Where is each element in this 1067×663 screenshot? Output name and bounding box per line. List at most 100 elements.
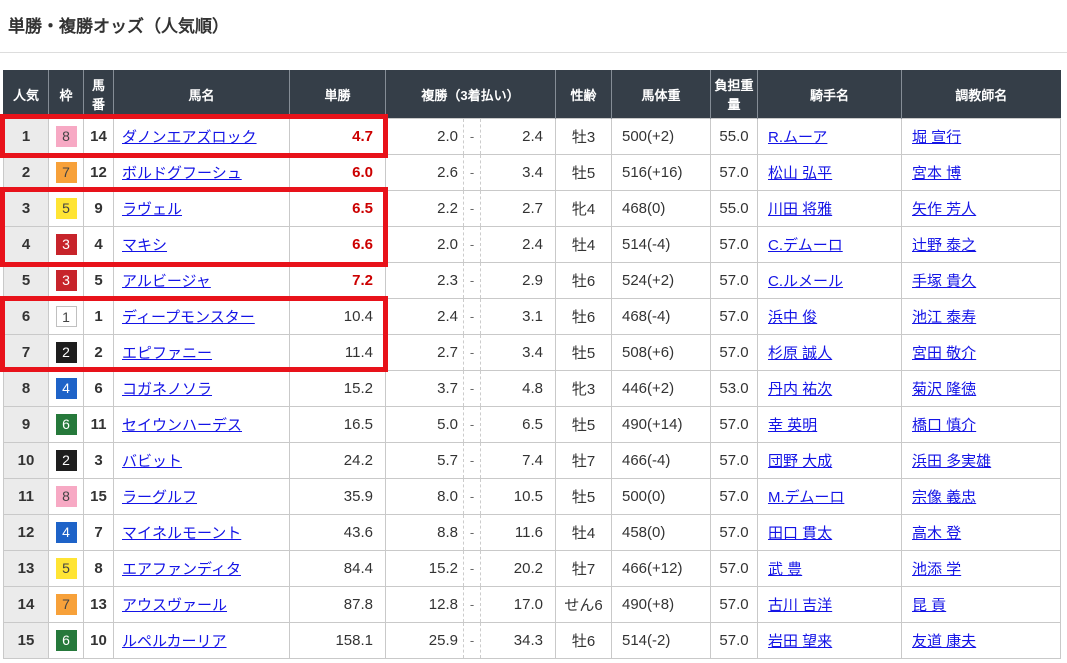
horse-name-link[interactable]: ダノンエアズロック xyxy=(122,129,257,146)
jockey-link[interactable]: 川田 将雅 xyxy=(768,201,832,218)
frame-number-badge: 8 xyxy=(56,126,77,147)
place-odds-separator: - xyxy=(463,551,481,586)
jockey-link[interactable]: C.ルメール xyxy=(768,273,843,290)
win-odds-value: 16.5 xyxy=(290,407,386,443)
frame-number-badge: 6 xyxy=(56,414,77,435)
popularity-rank: 4 xyxy=(4,227,49,263)
sex-age: 牡6 xyxy=(556,623,612,659)
place-odds-max: 20.2 xyxy=(481,551,555,586)
header-place-odds: 複勝（3着払い） xyxy=(386,70,556,119)
trainer-cell: 浜田 多実雄 xyxy=(902,443,1061,479)
load-weight: 53.0 xyxy=(711,371,758,407)
jockey-link[interactable]: 古川 吉洋 xyxy=(768,597,832,614)
horse-name-link[interactable]: エピファニー xyxy=(122,345,212,362)
trainer-link[interactable]: 宗像 義忠 xyxy=(912,489,976,506)
trainer-link[interactable]: 堀 宣行 xyxy=(912,129,961,146)
jockey-link[interactable]: 幸 英明 xyxy=(768,417,817,434)
horse-name-link[interactable]: エアファンディタ xyxy=(122,561,241,578)
frame-number-badge: 1 xyxy=(56,306,77,327)
trainer-link[interactable]: 手塚 貴久 xyxy=(912,273,976,290)
place-odds-separator: - xyxy=(463,299,481,334)
place-odds-separator: - xyxy=(463,515,481,550)
place-odds-range: 12.8 - 17.0 xyxy=(386,587,555,622)
trainer-link[interactable]: 昆 貢 xyxy=(912,597,946,614)
horse-name-link[interactable]: ラヴェル xyxy=(122,201,182,218)
jockey-link[interactable]: C.デムーロ xyxy=(768,237,843,254)
horse-name-link[interactable]: コガネノソラ xyxy=(122,381,212,398)
trainer-link[interactable]: 矢作 芳人 xyxy=(912,201,976,218)
popularity-rank: 3 xyxy=(4,191,49,227)
place-odds-range: 2.2 - 2.7 xyxy=(386,191,555,226)
horse-name-link[interactable]: ルペルカーリア xyxy=(122,633,227,650)
place-odds-separator: - xyxy=(463,479,481,514)
horse-name-cell: ラーグルフ xyxy=(114,479,290,515)
horse-name-link[interactable]: ディープモンスター xyxy=(122,309,255,326)
win-odds-value: 43.6 xyxy=(290,515,386,551)
popularity-rank: 11 xyxy=(4,479,49,515)
trainer-link[interactable]: 宮本 博 xyxy=(912,165,961,182)
trainer-link[interactable]: 池江 泰寿 xyxy=(912,309,976,326)
frame-number-badge: 5 xyxy=(56,198,77,219)
jockey-link[interactable]: 浜中 俊 xyxy=(768,309,817,326)
horse-name-link[interactable]: ボルドグフーシュ xyxy=(122,165,242,182)
place-odds-cell: 5.7 - 7.4 xyxy=(386,443,556,479)
frame-number-badge: 7 xyxy=(56,594,77,615)
frame-cell: 6 xyxy=(49,407,84,443)
win-odds-value: 4.7 xyxy=(290,119,386,155)
horse-name-link[interactable]: バビット xyxy=(122,453,182,470)
frame-number-badge: 4 xyxy=(56,378,77,399)
place-odds-min: 2.4 xyxy=(386,299,463,334)
table-row: 5 3 5 アルビージャ 7.2 2.3 - 2.9 牡6 524(+2) 57… xyxy=(4,263,1061,299)
win-odds-value: 6.5 xyxy=(290,191,386,227)
trainer-cell: 宗像 義忠 xyxy=(902,479,1061,515)
jockey-link[interactable]: 岩田 望来 xyxy=(768,633,832,650)
jockey-link[interactable]: 丹内 祐次 xyxy=(768,381,832,398)
load-weight: 57.0 xyxy=(711,335,758,371)
jockey-link[interactable]: 杉原 誠人 xyxy=(768,345,832,362)
sex-age: 牡7 xyxy=(556,551,612,587)
jockey-link[interactable]: M.デムーロ xyxy=(768,489,844,506)
jockey-link[interactable]: 団野 大成 xyxy=(768,453,832,470)
trainer-link[interactable]: 菊沢 隆徳 xyxy=(912,381,976,398)
trainer-link[interactable]: 高木 登 xyxy=(912,525,961,542)
jockey-cell: 松山 弘平 xyxy=(758,155,902,191)
trainer-link[interactable]: 池添 学 xyxy=(912,561,961,578)
place-odds-separator: - xyxy=(463,443,481,478)
horse-name-cell: ディープモンスター xyxy=(114,299,290,335)
horse-weight: 516(+16) xyxy=(612,155,711,191)
trainer-link[interactable]: 浜田 多実雄 xyxy=(912,453,991,470)
header-horse-name: 馬名 xyxy=(114,70,290,119)
trainer-link[interactable]: 橋口 慎介 xyxy=(912,417,976,434)
frame-cell: 3 xyxy=(49,227,84,263)
horse-name-link[interactable]: マキシ xyxy=(122,237,167,254)
horse-number: 6 xyxy=(84,371,114,407)
horse-name-cell: ダノンエアズロック xyxy=(114,119,290,155)
horse-name-link[interactable]: マイネルモーント xyxy=(122,525,241,542)
trainer-link[interactable]: 友道 康夫 xyxy=(912,633,976,650)
sex-age: 牝3 xyxy=(556,371,612,407)
place-odds-range: 2.0 - 2.4 xyxy=(386,119,555,154)
sex-age: 牡6 xyxy=(556,299,612,335)
trainer-cell: 矢作 芳人 xyxy=(902,191,1061,227)
horse-name-link[interactable]: セイウンハーデス xyxy=(122,417,242,434)
win-odds-value: 24.2 xyxy=(290,443,386,479)
horse-name-link[interactable]: ラーグルフ xyxy=(122,489,197,506)
jockey-link[interactable]: 松山 弘平 xyxy=(768,165,832,182)
horse-name-link[interactable]: アウスヴァール xyxy=(122,597,227,614)
place-odds-range: 2.7 - 3.4 xyxy=(386,335,555,370)
jockey-link[interactable]: 武 豊 xyxy=(768,561,802,578)
horse-number: 13 xyxy=(84,587,114,623)
table-row: 15 6 10 ルペルカーリア 158.1 25.9 - 34.3 牡6 514… xyxy=(4,623,1061,659)
jockey-link[interactable]: R.ムーア xyxy=(768,129,827,146)
frame-cell: 8 xyxy=(49,119,84,155)
trainer-link[interactable]: 辻野 泰之 xyxy=(912,237,976,254)
horse-name-link[interactable]: アルビージャ xyxy=(122,273,211,290)
sex-age: 牡5 xyxy=(556,155,612,191)
trainer-cell: 池江 泰寿 xyxy=(902,299,1061,335)
load-weight: 57.0 xyxy=(711,227,758,263)
horse-name-cell: ルペルカーリア xyxy=(114,623,290,659)
jockey-link[interactable]: 田口 貫太 xyxy=(768,525,832,542)
trainer-link[interactable]: 宮田 敬介 xyxy=(912,345,976,362)
table-row: 6 1 1 ディープモンスター 10.4 2.4 - 3.1 牡6 468(-4… xyxy=(4,299,1061,335)
popularity-rank: 14 xyxy=(4,587,49,623)
